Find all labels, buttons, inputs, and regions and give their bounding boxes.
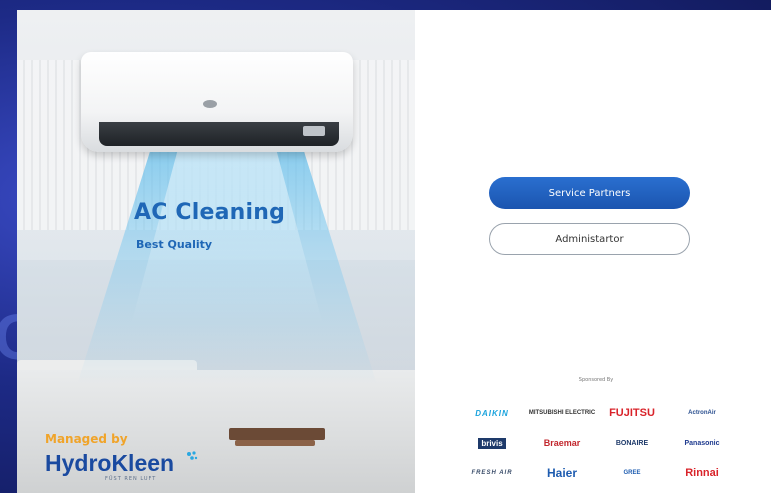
books-decoration — [235, 440, 315, 446]
brivis-logo: brivis — [478, 437, 506, 449]
panasonic-logo: Panasonic — [684, 439, 720, 447]
fujitsu-logo: FUJITSU — [609, 407, 655, 419]
books-decoration — [229, 428, 325, 440]
daikin-logo: DAIKIN — [475, 408, 509, 418]
login-card: AC Cleaning Best Quality Managed by Hydr… — [17, 10, 771, 493]
fresh-air-logo: FRESH AIR — [471, 470, 513, 476]
sponsor-logos: DAIKIN MITSUBISHI ELECTRIC FUJITSU Actro… — [457, 398, 737, 490]
braemar-logo: Braemar — [543, 438, 581, 448]
managed-by-label: Managed by — [45, 432, 128, 446]
brand-tagline: FÜST REN LUFT — [105, 476, 157, 482]
bonaire-logo: BONAIRE — [615, 439, 649, 447]
ac-brand-logo — [203, 100, 217, 108]
hydrokleen-logo: HydroKleen — [45, 450, 175, 476]
rinnai-logo: Rinnai — [685, 467, 719, 479]
actronair-logo: ActronAir — [688, 410, 716, 416]
service-partners-button[interactable]: Service Partners — [489, 177, 690, 209]
administrator-button[interactable]: Administartor — [489, 223, 690, 255]
water-drop-icon — [187, 451, 198, 460]
mitsubishi-logo: MITSUBISHI ELECTRIC — [528, 410, 596, 416]
hero-subtitle: Best Quality — [136, 238, 213, 251]
ac-display-panel — [303, 126, 325, 136]
hero-title: AC Cleaning — [134, 200, 286, 225]
sponsored-by-label: Sponsored By — [578, 377, 614, 383]
haier-logo: Haier — [546, 466, 578, 480]
hero-image: AC Cleaning Best Quality Managed by Hydr… — [17, 10, 415, 493]
gree-logo: GREE — [623, 470, 641, 476]
